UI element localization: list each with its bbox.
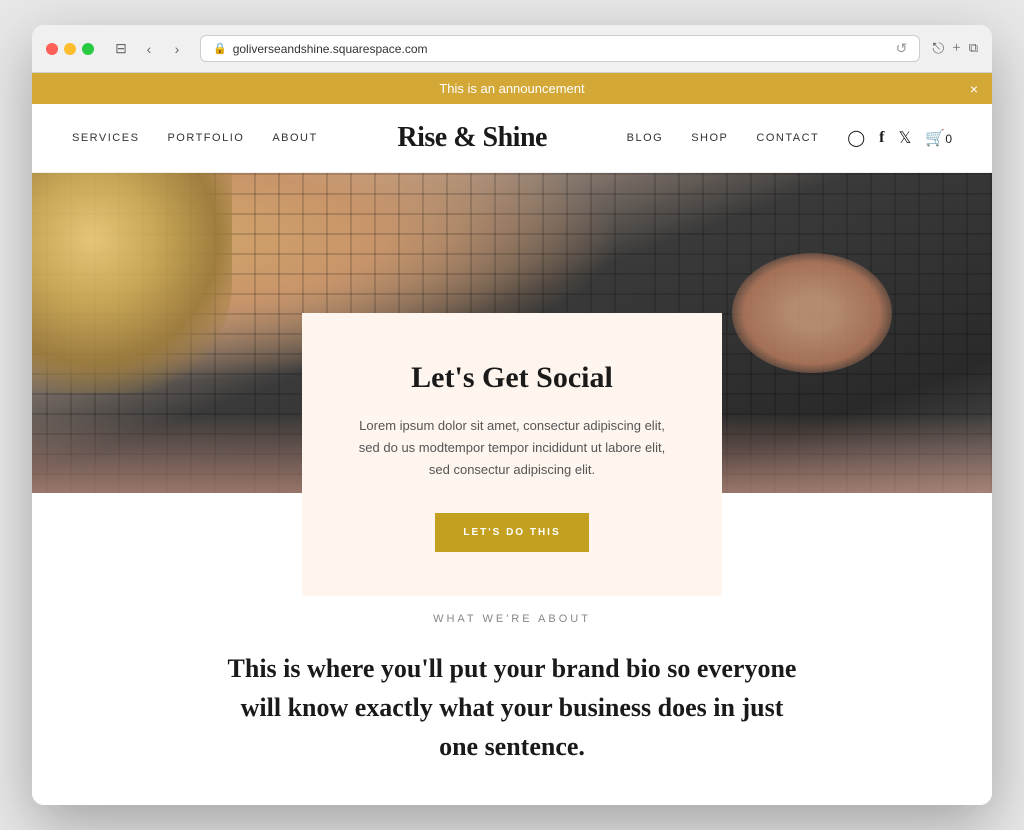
facebook-icon[interactable]: f [879, 129, 884, 147]
duplicate-icon[interactable]: ⧉ [969, 40, 978, 58]
coffee-cup-image [32, 173, 232, 393]
website-content: This is an announcement × SERVICES PORTF… [32, 73, 992, 805]
about-headline: This is where you'll put your brand bio … [222, 649, 802, 766]
browser-window: ⊟ ‹ › 🔒 goliverseandshine.squarespace.co… [32, 25, 992, 805]
back-button[interactable]: ‹ [138, 38, 160, 60]
cart-count: 0 [945, 132, 952, 146]
hero-section: Let's Get Social Lorem ipsum dolor sit a… [32, 173, 992, 493]
traffic-lights [46, 43, 94, 55]
reload-icon[interactable]: ↺ [896, 40, 908, 57]
nav-right: BLOG SHOP CONTACT ◯ f 𝕏 🛒0 [627, 128, 952, 148]
announcement-text: This is an announcement [439, 81, 584, 96]
navigation: SERVICES PORTFOLIO ABOUT Rise & Shine BL… [32, 104, 992, 173]
instagram-icon[interactable]: ◯ [847, 128, 865, 148]
nav-link-portfolio[interactable]: PORTFOLIO [167, 132, 244, 144]
close-button[interactable] [46, 43, 58, 55]
announcement-close-button[interactable]: × [970, 81, 978, 97]
nav-link-shop[interactable]: SHOP [691, 132, 728, 144]
browser-controls: ⊟ ‹ › [110, 38, 188, 60]
address-bar[interactable]: 🔒 goliverseandshine.squarespace.com ↺ [200, 35, 920, 62]
nav-left: SERVICES PORTFOLIO ABOUT [72, 132, 318, 144]
nav-social-icons: ◯ f 𝕏 🛒0 [847, 128, 952, 148]
nav-link-services[interactable]: SERVICES [72, 132, 139, 144]
browser-chrome: ⊟ ‹ › 🔒 goliverseandshine.squarespace.co… [32, 25, 992, 73]
nav-link-blog[interactable]: BLOG [627, 132, 664, 144]
social-card-title: Let's Get Social [352, 361, 672, 395]
social-card: Let's Get Social Lorem ipsum dolor sit a… [302, 313, 722, 596]
about-label: WHAT WE'RE ABOUT [72, 613, 952, 625]
new-tab-icon[interactable]: + [952, 40, 960, 58]
nav-link-about[interactable]: ABOUT [272, 132, 317, 144]
twitter-icon[interactable]: 𝕏 [899, 128, 912, 148]
hand-image [732, 253, 892, 373]
fullscreen-button[interactable] [82, 43, 94, 55]
share-icon[interactable]: ⎋ [932, 40, 944, 58]
social-card-body: Lorem ipsum dolor sit amet, consectur ad… [352, 415, 672, 481]
social-card-button[interactable]: LET'S DO THIS [435, 513, 588, 552]
url-text: goliverseandshine.squarespace.com [233, 42, 428, 56]
cart-icon[interactable]: 🛒0 [925, 128, 952, 148]
nav-link-contact[interactable]: CONTACT [756, 132, 819, 144]
minimize-button[interactable] [64, 43, 76, 55]
forward-button[interactable]: › [166, 38, 188, 60]
browser-actions: ⎋ + ⧉ [932, 40, 978, 58]
announcement-bar: This is an announcement × [32, 73, 992, 104]
site-logo[interactable]: Rise & Shine [397, 122, 547, 154]
sidebar-toggle-button[interactable]: ⊟ [110, 38, 132, 60]
lock-icon: 🔒 [213, 42, 227, 55]
